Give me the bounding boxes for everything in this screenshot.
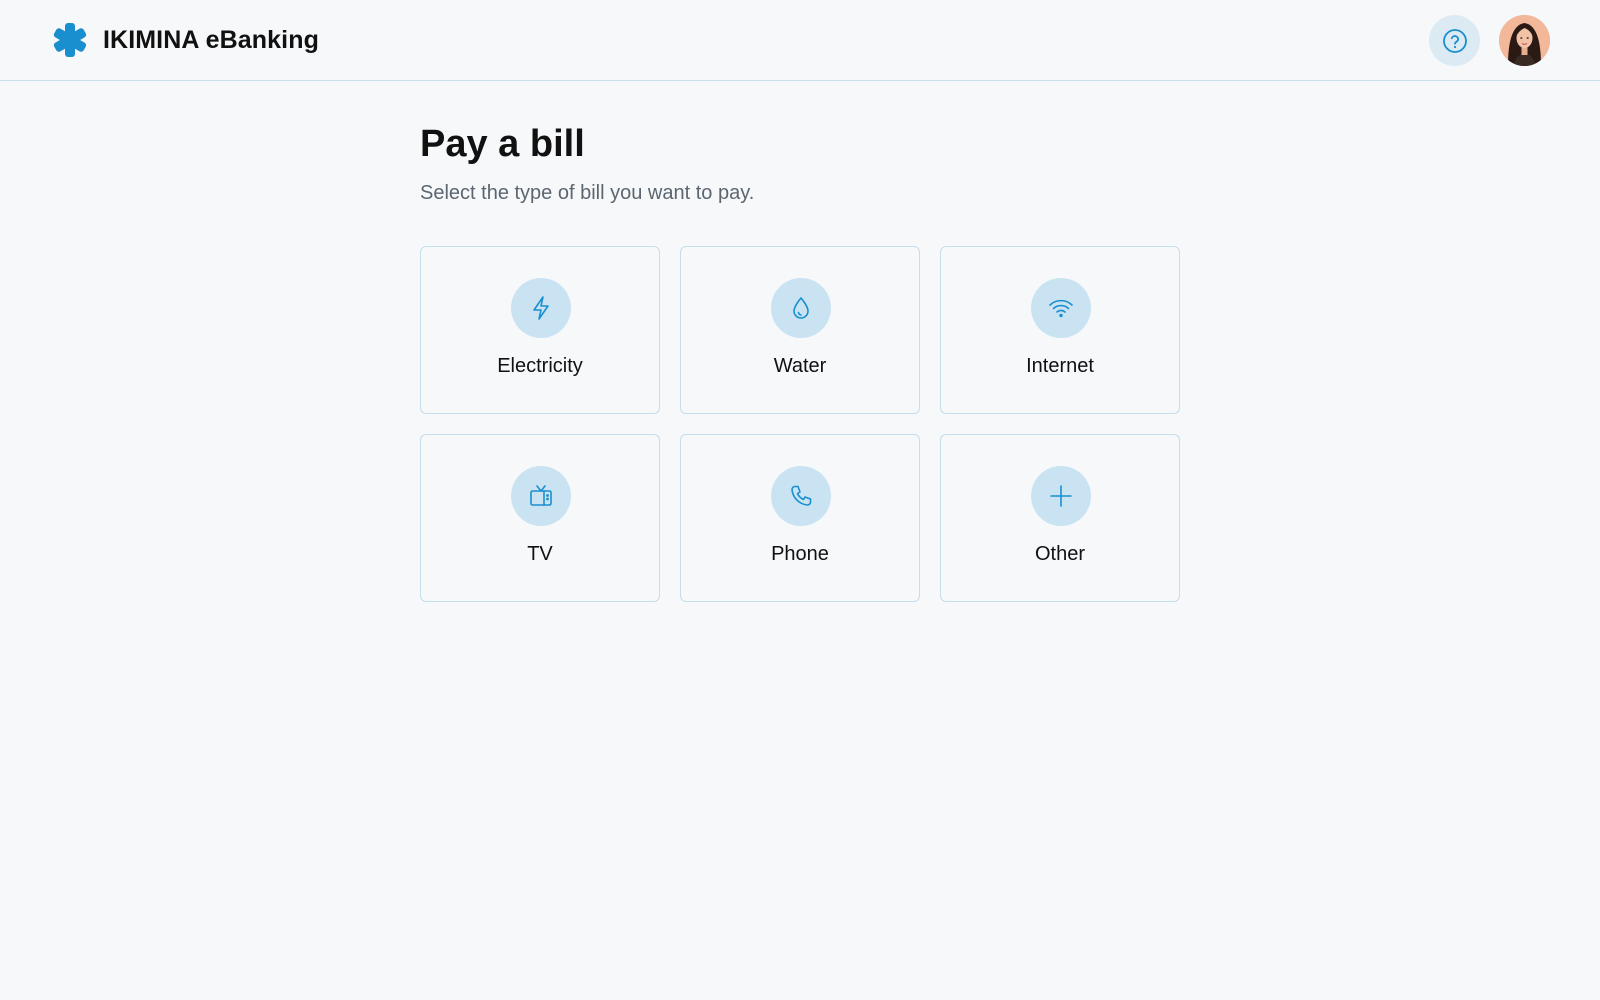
bill-card-label: Other <box>1034 543 1086 565</box>
plus-icon <box>1031 466 1091 526</box>
bill-card-label: Water <box>773 355 827 377</box>
bill-card-tv[interactable]: TV <box>420 434 660 602</box>
bill-card-internet[interactable]: Internet <box>940 246 1180 414</box>
bill-card-label: Phone <box>771 543 829 565</box>
app-name: IKIMINA eBanking <box>103 25 319 54</box>
page-subtitle: Select the type of bill you want to pay. <box>420 182 755 204</box>
bill-card-electricity[interactable]: Electricity <box>420 246 660 414</box>
help-circle-icon <box>1442 28 1467 53</box>
bill-card-label: TV <box>527 543 553 565</box>
bill-card-water[interactable]: Water <box>680 246 920 414</box>
brand[interactable]: IKIMINA eBanking <box>52 20 319 60</box>
main-content: Pay a bill Select the type of bill you w… <box>420 118 1190 602</box>
bill-card-label: Internet <box>1026 355 1094 377</box>
bill-card-label: Electricity <box>497 355 583 377</box>
water-drop-icon <box>771 278 831 338</box>
asterisk-logo-icon <box>53 23 87 57</box>
bill-card-phone[interactable]: Phone <box>680 434 920 602</box>
bill-type-grid: Electricity Water Internet TV Phone Othe… <box>420 246 1180 602</box>
help-button[interactable] <box>1429 15 1480 66</box>
phone-icon <box>771 466 831 526</box>
bill-card-other[interactable]: Other <box>940 434 1180 602</box>
lightning-bolt-icon <box>511 278 571 338</box>
tv-icon <box>511 466 571 526</box>
avatar-portrait <box>1499 15 1550 66</box>
user-avatar[interactable] <box>1499 15 1550 66</box>
wifi-icon <box>1031 278 1091 338</box>
top-header: IKIMINA eBanking <box>0 0 1600 81</box>
page-title: Pay a bill <box>420 123 585 165</box>
